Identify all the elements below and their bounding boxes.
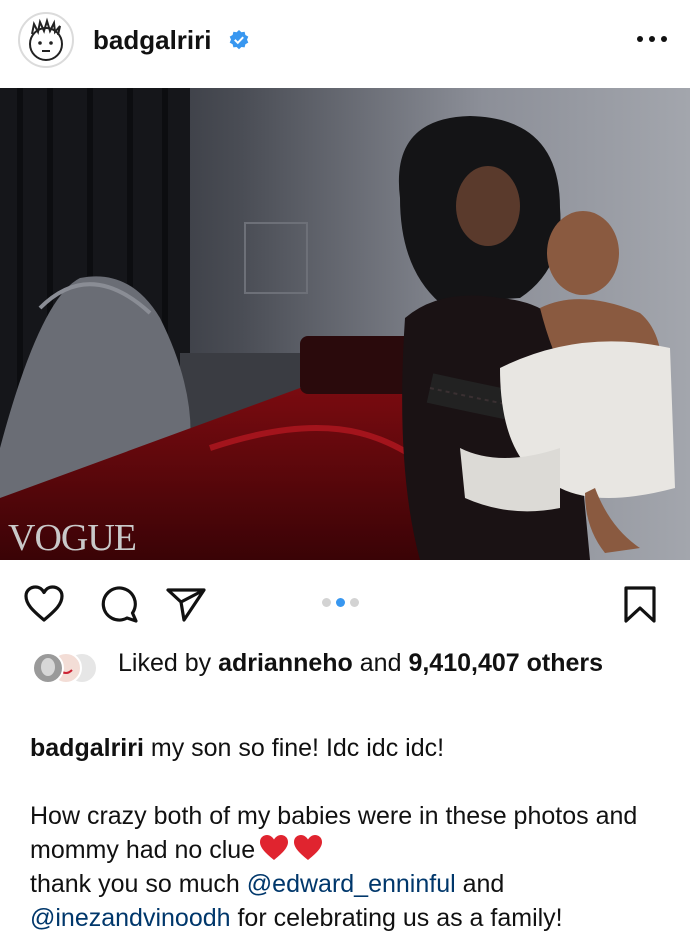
caption-text-3a: thank you so much <box>30 870 240 898</box>
likes-count[interactable]: 9,410,407 <box>408 649 519 677</box>
carousel-indicator <box>322 594 364 612</box>
red-heart-emoji-icon <box>260 835 289 860</box>
caption-blank-line <box>30 765 670 799</box>
mention-link[interactable]: @edward_enninful <box>247 870 456 898</box>
bookmark-icon[interactable] <box>618 584 662 624</box>
caption-first-line: badgalriri my son so fine! Idc idc idc! <box>30 731 670 765</box>
mention-link[interactable]: @inezandvinoodh <box>30 904 231 932</box>
likes-text[interactable]: Liked by adrianneho and 9,410,407 others <box>118 646 658 680</box>
likes-others[interactable]: others <box>527 649 603 677</box>
verified-badge-icon <box>229 30 249 50</box>
carousel-dot <box>350 598 359 607</box>
caption-text-4: for celebrating us as a family! <box>237 904 563 932</box>
red-heart-emoji-icon <box>294 835 323 860</box>
caption-username[interactable]: badgalriri <box>30 734 144 762</box>
comment-icon[interactable] <box>98 584 142 624</box>
send-icon[interactable] <box>164 584 208 624</box>
more-horizontal-icon[interactable] <box>632 24 672 54</box>
post-header: badgalriri <box>0 0 690 88</box>
heart-icon[interactable] <box>22 584 66 624</box>
caption-paragraph: How crazy both of my babies were in thes… <box>30 799 670 935</box>
caption-text-2: How crazy both of my babies were in thes… <box>30 802 638 864</box>
post-photo[interactable] <box>0 88 690 560</box>
photo-illustration <box>0 88 690 560</box>
caption-text-3b: and <box>462 870 505 898</box>
liker-username[interactable]: adrianneho <box>218 649 353 677</box>
post-username[interactable]: badgalriri <box>93 22 211 58</box>
vogue-watermark: VOGUE <box>8 517 137 559</box>
carousel-dot <box>322 598 331 607</box>
likes-and: and <box>359 649 402 677</box>
likes-prefix: Liked by <box>118 649 212 677</box>
profile-avatar[interactable] <box>18 12 74 68</box>
carousel-dot-active <box>336 598 345 607</box>
post-caption: badgalriri my son so fine! Idc idc idc! … <box>30 731 670 935</box>
caption-text-1: my son so fine! Idc idc idc! <box>150 734 445 762</box>
liker-avatars[interactable] <box>30 650 110 686</box>
avatar-drawing-icon <box>29 17 63 61</box>
